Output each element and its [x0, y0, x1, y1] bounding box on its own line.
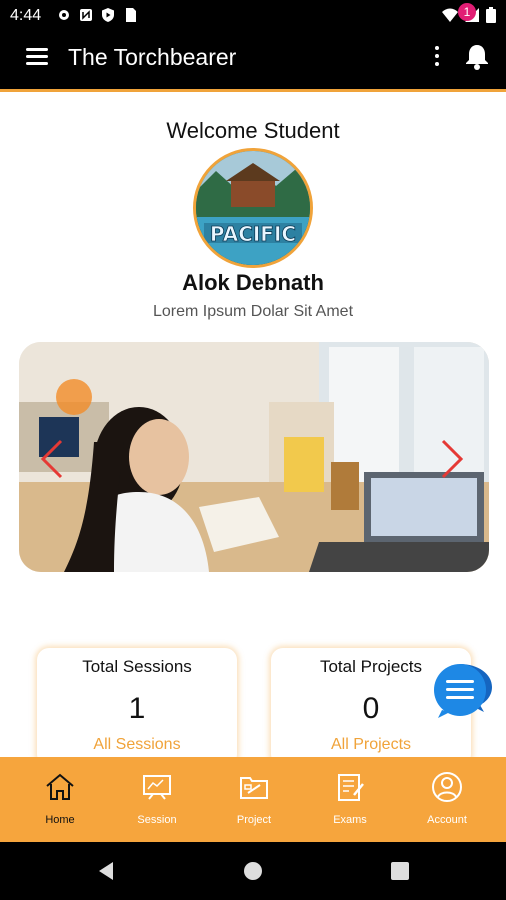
sd-card-icon — [126, 8, 136, 22]
battery-icon — [486, 7, 496, 23]
nav-label: Account — [427, 814, 467, 826]
home-icon — [46, 773, 74, 800]
card-title: Total Sessions — [82, 657, 192, 676]
carousel-next-icon[interactable] — [439, 438, 465, 480]
nav-label: Home — [45, 814, 75, 826]
bottom-navigation: Home Session Project Exams Account — [0, 757, 506, 842]
avatar-caption: PACIFIC — [210, 222, 296, 246]
avatar-image: PACIFIC — [196, 151, 310, 265]
carousel-image — [19, 342, 489, 572]
student-subtitle: Lorem Ipsum Dolar Sit Amet — [152, 303, 354, 320]
chat-icon[interactable] — [432, 660, 498, 720]
nav-label: Project — [236, 814, 272, 826]
card-value: 1 — [128, 692, 146, 725]
app-bar-accent-line — [0, 89, 506, 92]
home-button-icon[interactable] — [242, 860, 264, 882]
status-icons-left — [56, 7, 138, 23]
back-icon[interactable] — [95, 860, 117, 882]
project-icon — [240, 777, 268, 799]
image-carousel[interactable] — [19, 342, 489, 572]
shield-play-icon — [102, 8, 114, 22]
all-sessions-link[interactable]: All Sessions — [37, 736, 237, 754]
nav-label: Exams — [333, 814, 367, 826]
student-name: Alok Debnath — [182, 270, 324, 295]
nfc-icon — [80, 9, 92, 21]
nav-project[interactable]: Project — [204, 757, 304, 842]
total-sessions-card[interactable]: Total Sessions 1 All Sessions — [37, 648, 237, 766]
hamburger-menu-icon[interactable] — [22, 43, 52, 71]
app-bar: The Torchbearer — [0, 31, 506, 89]
nav-account[interactable]: Account — [397, 757, 497, 842]
exams-icon — [338, 774, 364, 801]
nav-home[interactable]: Home — [10, 757, 110, 842]
nav-exams[interactable]: Exams — [300, 757, 400, 842]
session-icon — [143, 775, 171, 800]
nav-label: Session — [137, 814, 177, 826]
status-time: 4:44 — [10, 7, 42, 24]
all-projects-link[interactable]: All Projects — [271, 736, 471, 754]
recents-icon[interactable] — [389, 860, 411, 882]
app-title: The Torchbearer — [68, 44, 237, 70]
status-bar: 4:44 — [0, 0, 506, 31]
account-icon — [432, 772, 462, 802]
welcome-heading: Welcome Student — [166, 118, 340, 143]
more-options-icon[interactable] — [430, 43, 444, 69]
notification-badge: 1 — [458, 3, 476, 21]
nav-session[interactable]: Session — [107, 757, 207, 842]
system-navigation-bar — [0, 842, 506, 900]
notification-bell-icon[interactable] — [460, 39, 494, 73]
avatar[interactable]: PACIFIC — [193, 148, 313, 268]
carousel-prev-icon[interactable] — [39, 438, 65, 480]
wifi-icon — [442, 8, 458, 22]
settings-icon — [59, 10, 69, 20]
